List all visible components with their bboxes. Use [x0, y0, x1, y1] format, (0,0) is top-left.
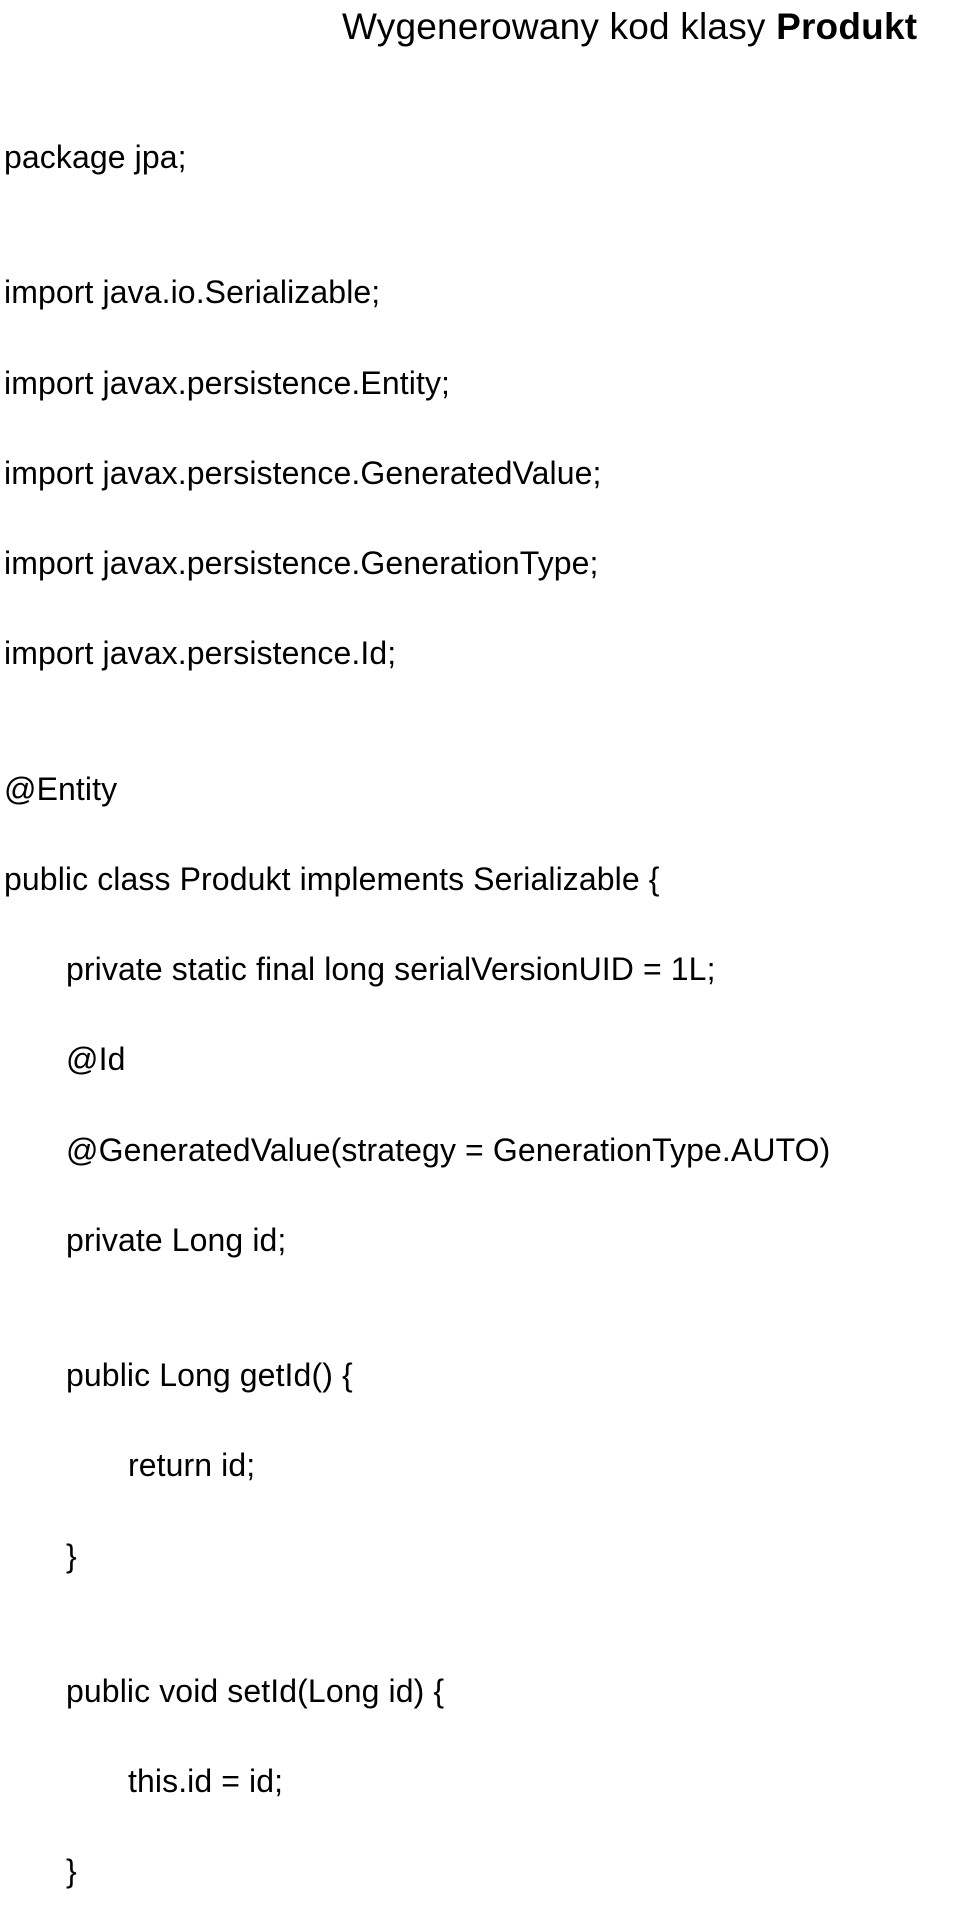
code-line: } — [4, 1849, 956, 1894]
code-line: } — [4, 1534, 956, 1579]
title-prefix: Wygenerowany kod klasy — [342, 6, 776, 47]
title-classname: Produkt — [776, 6, 917, 47]
code-line: @Entity — [4, 767, 956, 812]
code-line: import java.io.Serializable; — [4, 270, 956, 315]
code-line: import javax.persistence.GeneratedValue; — [4, 451, 956, 496]
code-line: @GeneratedValue(strategy = GenerationTyp… — [4, 1128, 956, 1173]
code-line: private Long id; — [4, 1218, 956, 1263]
code-line: public void setId(Long id) { — [4, 1669, 956, 1714]
code-line: public class Produkt implements Serializ… — [4, 857, 956, 902]
code-line: import javax.persistence.Entity; — [4, 361, 956, 406]
code-line: public Long getId() { — [4, 1353, 956, 1398]
code-line: private static final long serialVersionU… — [4, 947, 956, 992]
code-listing: package jpa; import java.io.Serializable… — [4, 90, 956, 1920]
code-line: import javax.persistence.Id; — [4, 631, 956, 676]
code-line: return id; — [4, 1443, 956, 1488]
code-line: @Id — [4, 1037, 956, 1082]
document-page: Wygenerowany kod klasy Produkt package j… — [0, 0, 960, 960]
page-title: Wygenerowany kod klasy Produkt — [342, 6, 956, 48]
code-line: import javax.persistence.GenerationType; — [4, 541, 956, 586]
code-line: this.id = id; — [4, 1759, 956, 1804]
code-line: package jpa; — [4, 135, 956, 180]
